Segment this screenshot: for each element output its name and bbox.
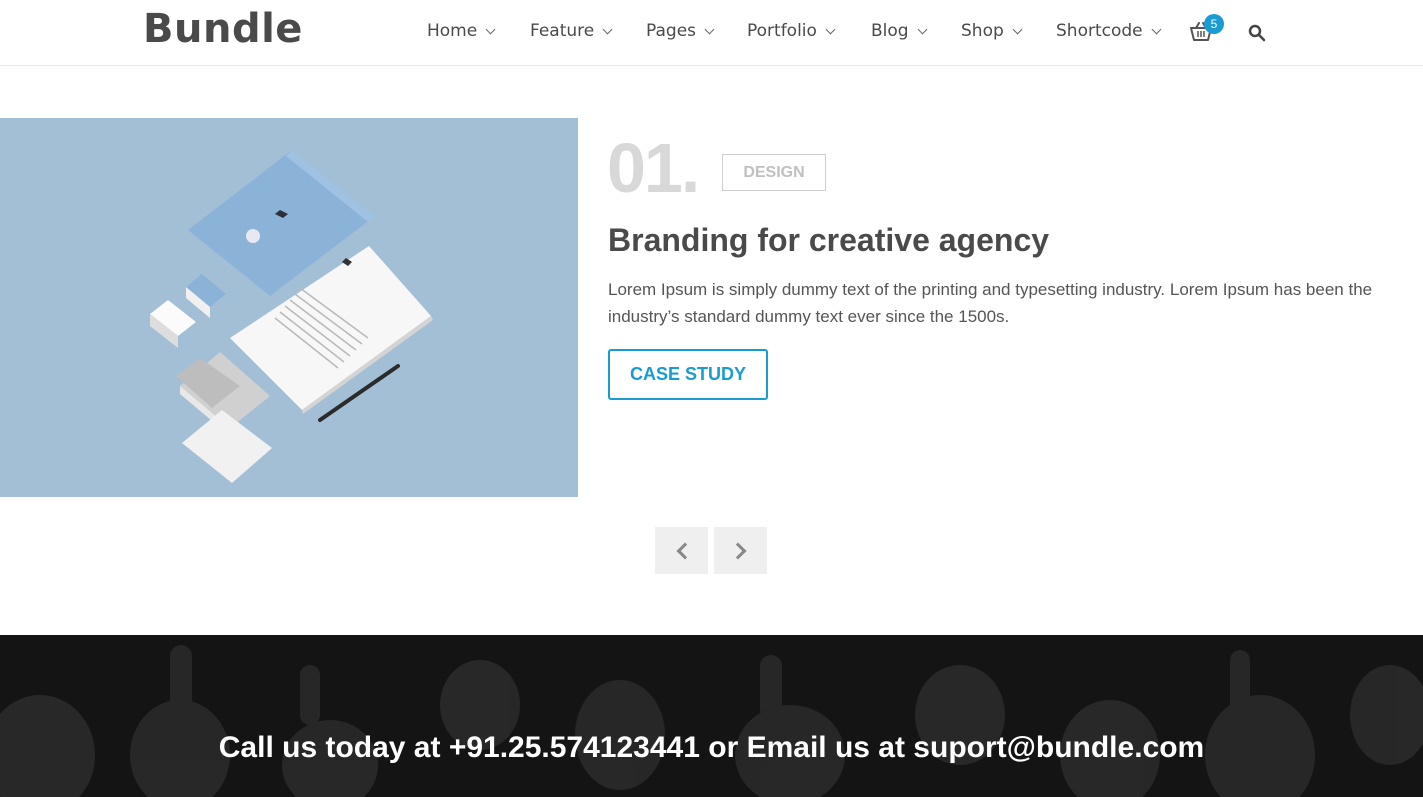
case-study-button[interactable]: CASE STUDY [608,349,768,400]
hands-background-image [0,645,1423,797]
nav-label: Portfolio [747,21,817,41]
nav-label: Feature [530,21,595,41]
contact-cta-banner: Call us today at +91.25.574123441 or Ema… [0,635,1423,797]
slide-number: 01. [607,129,700,207]
nav-item-shortcode[interactable]: Shortcode [1056,21,1162,41]
chevron-down-icon [602,24,613,34]
slide-description: Lorem Ipsum is simply dummy text of the … [608,280,1373,326]
chevron-down-icon [1151,24,1162,34]
cart-count-badge: 5 [1204,14,1224,34]
portfolio-slide-image [0,118,578,497]
nav-label: Shortcode [1056,21,1143,41]
stationery-mockup-illustration [150,150,433,483]
nav-item-shop[interactable]: Shop [961,21,1023,41]
nav-item-home[interactable]: Home [427,21,496,41]
chevron-down-icon [1012,24,1023,34]
prev-slide-button[interactable] [655,527,708,574]
nav-item-portfolio[interactable]: Portfolio [747,21,836,41]
site-logo[interactable]: Bundle [143,6,303,52]
chevron-down-icon [917,24,928,34]
nav-label: Pages [646,21,697,41]
search-icon[interactable] [1248,24,1266,42]
next-slide-button[interactable] [714,527,767,574]
slide-title: Branding for creative agency [608,222,1050,258]
nav-label: Blog [871,21,909,41]
site-header: Bundle Home Feature Pages Portfolio Blog… [0,0,1423,66]
nav-label: Shop [961,21,1004,41]
nav-item-feature[interactable]: Feature [530,21,613,41]
nav-item-blog[interactable]: Blog [871,21,928,41]
category-tag[interactable]: DESIGN [722,154,826,191]
chevron-down-icon [704,24,715,34]
chevron-down-icon [485,24,496,34]
contact-cta-text: Call us today at +91.25.574123441 or Ema… [218,731,1205,764]
chevron-down-icon [825,24,836,34]
chevron-left-icon [676,542,694,560]
nav-label: Home [427,21,478,41]
chevron-right-icon [729,542,747,560]
nav-item-pages[interactable]: Pages [646,21,715,41]
